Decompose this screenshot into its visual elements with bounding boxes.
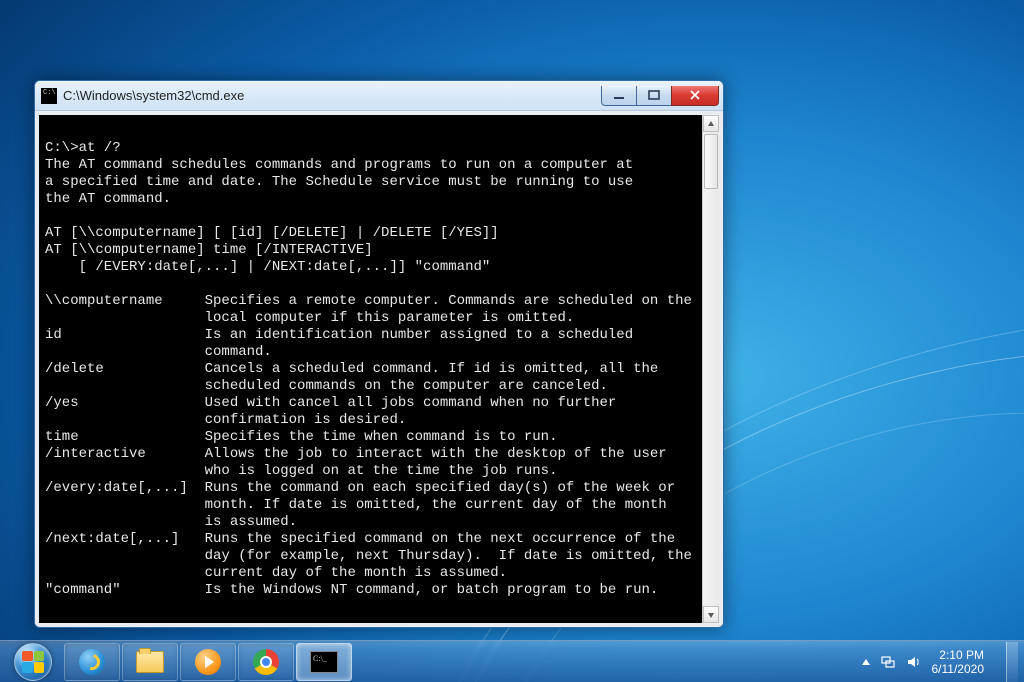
folder-icon bbox=[136, 651, 164, 673]
tray-overflow-icon[interactable] bbox=[862, 659, 870, 665]
ie-icon bbox=[79, 649, 105, 675]
titlebar[interactable]: C:\Windows\system32\cmd.exe bbox=[35, 81, 723, 111]
clock-time: 2:10 PM bbox=[932, 648, 985, 662]
clock-date: 6/11/2020 bbox=[932, 662, 985, 676]
maximize-button[interactable] bbox=[636, 86, 672, 106]
console-output[interactable]: C:\>at /? The AT command schedules comma… bbox=[39, 115, 702, 623]
cmd-window: C:\Windows\system32\cmd.exe C:\>at /? Th… bbox=[34, 80, 724, 628]
taskbar-item-cmd[interactable] bbox=[296, 643, 352, 681]
cmd-app-icon bbox=[41, 88, 57, 104]
window-title: C:\Windows\system32\cmd.exe bbox=[63, 88, 602, 103]
taskbar-clock[interactable]: 2:10 PM 6/11/2020 bbox=[932, 648, 989, 676]
vertical-scrollbar[interactable] bbox=[702, 115, 719, 623]
media-player-icon bbox=[195, 649, 221, 675]
start-button[interactable] bbox=[6, 642, 60, 682]
taskbar-item-chrome[interactable] bbox=[238, 643, 294, 681]
show-desktop-button[interactable] bbox=[1006, 642, 1018, 682]
scroll-down-button[interactable] bbox=[703, 606, 719, 623]
taskbar: 2:10 PM 6/11/2020 bbox=[0, 640, 1024, 682]
taskbar-item-file-explorer[interactable] bbox=[122, 643, 178, 681]
scroll-track[interactable] bbox=[703, 132, 719, 606]
system-tray: 2:10 PM 6/11/2020 bbox=[862, 642, 1019, 682]
taskbar-item-media-player[interactable] bbox=[180, 643, 236, 681]
network-icon[interactable] bbox=[880, 654, 896, 670]
chrome-icon bbox=[253, 649, 279, 675]
window-client-area: C:\>at /? The AT command schedules comma… bbox=[35, 111, 723, 627]
volume-icon[interactable] bbox=[906, 654, 922, 670]
scroll-up-button[interactable] bbox=[703, 115, 719, 132]
close-button[interactable] bbox=[671, 86, 719, 106]
scroll-thumb[interactable] bbox=[704, 134, 718, 189]
taskbar-item-internet-explorer[interactable] bbox=[64, 643, 120, 681]
minimize-button[interactable] bbox=[601, 86, 637, 106]
windows-logo-icon bbox=[14, 643, 52, 681]
cmd-icon bbox=[310, 651, 338, 673]
